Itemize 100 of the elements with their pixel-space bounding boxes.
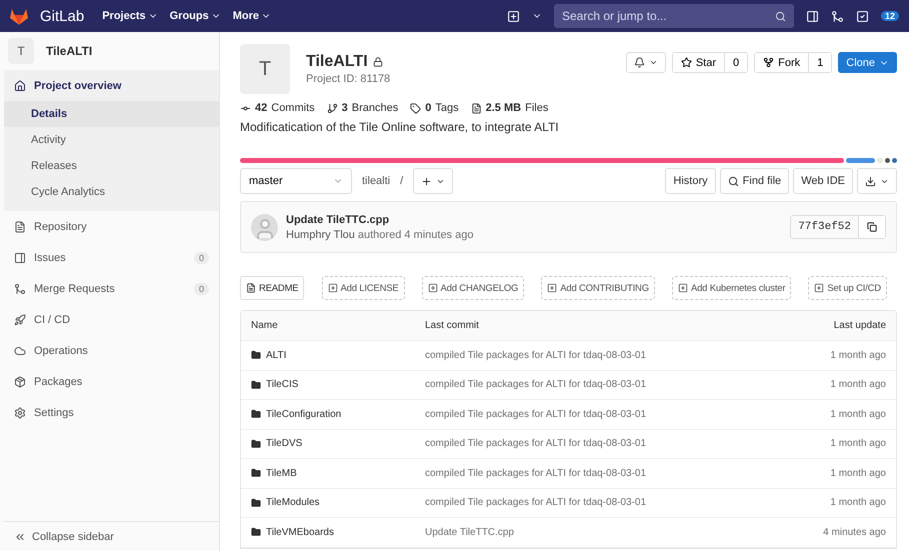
- folder-link[interactable]: TileDVS: [251, 438, 425, 450]
- commit-title[interactable]: Update TileTTC.cpp: [286, 214, 782, 226]
- sidebar-subitem[interactable]: Releases: [4, 153, 219, 179]
- sidebar-item[interactable]: Settings: [4, 397, 219, 428]
- cloud-icon: [14, 344, 26, 356]
- brand-name[interactable]: GitLab: [40, 8, 84, 24]
- commit-message: compiled Tile packages for ALTI for tdaq-08-03-01: [425, 408, 648, 420]
- shortcut-button[interactable]: Add Kubernetes cluster: [672, 276, 792, 300]
- folder-link[interactable]: TileConfiguration: [251, 408, 425, 420]
- column-header: Last commit: [425, 320, 480, 331]
- column-header: Last update: [832, 320, 886, 331]
- folder-icon: [251, 498, 261, 508]
- folder-link[interactable]: TileVMEboards: [251, 526, 425, 538]
- column-header: Name: [251, 320, 279, 331]
- sidebar-item[interactable]: Issues 0: [4, 242, 219, 273]
- folder-icon: [251, 468, 261, 478]
- tag-icon: [410, 102, 422, 114]
- sidebar-item[interactable]: Operations: [4, 335, 219, 366]
- project-title: TileALTI: [306, 53, 368, 71]
- shortcut-button[interactable]: Set up CI/CD: [808, 276, 887, 300]
- notification-button[interactable]: [626, 52, 666, 73]
- shortcut-button[interactable]: README: [240, 276, 304, 300]
- star-icon: [680, 57, 692, 68]
- folder-icon: [251, 409, 261, 420]
- repo-button[interactable]: History: [665, 168, 716, 194]
- copy-button[interactable]: [858, 216, 885, 238]
- nav-menu[interactable]: Groups: [170, 10, 221, 22]
- update-time: 1 month ago: [829, 350, 886, 361]
- repo-button[interactable]: Find file: [720, 168, 790, 194]
- settings-icon: [14, 406, 26, 418]
- shortcut-button[interactable]: Add CHANGELOG: [422, 276, 524, 300]
- todo-icon[interactable]: [856, 10, 869, 22]
- update-time: 1 month ago: [829, 468, 886, 479]
- count-button[interactable]: 1: [808, 53, 832, 72]
- rocket-icon: [14, 314, 26, 326]
- package-icon: [14, 376, 26, 388]
- merge-icon: [14, 282, 26, 294]
- count-badge: 0: [194, 252, 209, 264]
- todo-count: 12: [880, 11, 899, 21]
- shortcut-button[interactable]: Add LICENSE: [322, 276, 404, 300]
- caret-icon: [648, 58, 658, 67]
- stat-link[interactable]: 42 Commits: [240, 102, 315, 114]
- update-time: 1 month ago: [829, 408, 886, 420]
- sidebar-item[interactable]: Project overview: [4, 70, 219, 101]
- stat-link[interactable]: 0 Tags: [410, 102, 459, 114]
- sidebar-item[interactable]: Merge Requests 0: [4, 273, 219, 304]
- path-separator: /: [400, 175, 404, 187]
- document-icon: [14, 220, 26, 232]
- merge-icon[interactable]: [830, 10, 844, 22]
- update-time: 1 month ago: [829, 497, 886, 508]
- folder-icon: [251, 438, 261, 449]
- home-icon: [14, 80, 26, 92]
- search-field[interactable]: Search or jump to...: [554, 4, 794, 28]
- download-button[interactable]: [857, 168, 897, 194]
- shortcut-button[interactable]: Add CONTRIBUTING: [541, 276, 655, 300]
- sidebar-item[interactable]: CI / CD: [4, 304, 219, 335]
- project-id: Project ID: 81178: [306, 73, 390, 85]
- commit-message: compiled Tile packages for ALTI for tdaq-08-03-01: [425, 497, 648, 508]
- folder-icon: [251, 350, 261, 360]
- commit-message: compiled Tile packages for ALTI for tdaq-08-03-01: [425, 350, 648, 361]
- plus-square-icon: [547, 283, 558, 293]
- bell-icon: [634, 57, 645, 68]
- copy-icon: [867, 222, 877, 232]
- collapse-sidebar-link[interactable]: Collapse sidebar: [4, 521, 219, 551]
- stat-link[interactable]: 3 Branches: [326, 102, 398, 114]
- avatar-icon: [251, 214, 278, 240]
- sidebar-subitem[interactable]: Cycle Analytics: [4, 179, 219, 205]
- branch-select[interactable]: master: [240, 168, 352, 194]
- plus-square-icon: [678, 283, 688, 293]
- repo-button[interactable]: Web IDE: [793, 168, 853, 194]
- commit-message: Update TileTTC.cpp: [425, 526, 515, 538]
- folder-link[interactable]: TileModules: [251, 497, 425, 508]
- issues-icon[interactable]: [806, 10, 819, 22]
- sidebar-item[interactable]: Packages: [4, 366, 219, 397]
- sidebar-subitem[interactable]: Activity: [4, 127, 219, 153]
- nav-menu[interactable]: More: [232, 10, 272, 22]
- folder-link[interactable]: TileCIS: [251, 379, 425, 390]
- path-link[interactable]: tilealti: [362, 175, 390, 187]
- project-name[interactable]: TileALTI: [46, 44, 92, 58]
- count-button[interactable]: 0: [724, 53, 748, 72]
- gitlab-logo: [10, 8, 28, 24]
- nav-menu[interactable]: Projects: [102, 10, 158, 22]
- plus-square-icon: [328, 283, 338, 293]
- branch-icon: [326, 102, 338, 114]
- folder-link[interactable]: TileMB: [251, 468, 425, 479]
- plus-icon[interactable]: [506, 10, 520, 22]
- folder-link[interactable]: ALTI: [251, 350, 425, 361]
- update-time: 1 month ago: [829, 438, 886, 450]
- sidebar-item[interactable]: Repository: [4, 211, 219, 242]
- document-icon: [246, 283, 256, 293]
- sidebar-subitem[interactable]: Details: [4, 101, 219, 127]
- stat-link[interactable]: 2.5 MB Files: [470, 102, 548, 114]
- commit-message: compiled Tile packages for ALTI for tdaq-08-03-01: [425, 438, 648, 450]
- clone-button[interactable]: Clone: [838, 52, 897, 73]
- document-icon: [470, 102, 482, 114]
- folder-icon: [251, 527, 261, 538]
- plus-icon: [421, 176, 432, 186]
- commit-author[interactable]: Humphry Tlou: [286, 228, 355, 240]
- plus-square-icon: [814, 283, 824, 293]
- search-icon: [774, 10, 786, 22]
